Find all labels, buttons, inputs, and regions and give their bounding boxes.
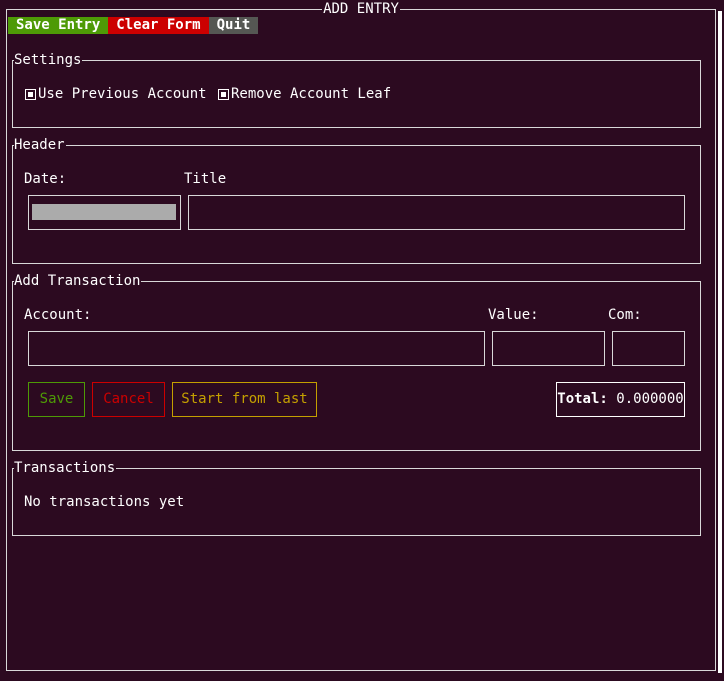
clear-form-button[interactable]: Clear Form <box>108 17 209 34</box>
add-transaction-panel: Add Transaction <box>12 273 701 451</box>
no-transactions-text: No transactions yet <box>24 494 185 510</box>
value-label: Value: <box>488 307 539 323</box>
account-input[interactable] <box>28 331 485 366</box>
header-title: Header <box>14 137 66 154</box>
remove-account-leaf-checkbox[interactable]: Remove Account Leaf <box>218 86 391 103</box>
save-entry-button[interactable]: Save Entry <box>8 17 109 34</box>
add-transaction-title: Add Transaction <box>14 273 142 290</box>
remove-account-leaf-label: Remove Account Leaf <box>231 86 392 102</box>
menu-bar: Save Entry Clear Form Quit <box>8 17 259 34</box>
use-previous-account-label: Use Previous Account <box>38 86 207 102</box>
com-label: Com: <box>608 307 642 323</box>
total-display: Total: 0.000000 <box>556 382 685 417</box>
checkbox-checked-icon <box>218 89 229 100</box>
total-value: 0.000000 <box>616 391 684 407</box>
checkbox-checked-icon <box>25 89 36 100</box>
use-previous-account-checkbox[interactable]: Use Previous Account <box>25 86 207 103</box>
com-input[interactable] <box>612 331 685 366</box>
date-label: Date: <box>24 171 67 187</box>
title-label: Title <box>184 171 227 187</box>
title-input[interactable] <box>188 195 685 230</box>
start-from-last-button[interactable]: Start from last <box>172 382 317 417</box>
cancel-transaction-button[interactable]: Cancel <box>92 382 165 417</box>
window-title-wrap: ADD ENTRY <box>7 1 715 18</box>
settings-title: Settings <box>14 52 83 69</box>
total-label: Total: <box>557 391 608 407</box>
quit-button[interactable]: Quit <box>208 17 259 34</box>
scrollbar[interactable] <box>718 11 722 673</box>
date-input[interactable] <box>28 195 181 230</box>
window-title: ADD ENTRY <box>322 1 400 17</box>
value-input[interactable] <box>492 331 605 366</box>
account-label: Account: <box>24 307 92 323</box>
save-transaction-button[interactable]: Save <box>28 382 85 417</box>
transactions-title: Transactions <box>14 460 117 477</box>
